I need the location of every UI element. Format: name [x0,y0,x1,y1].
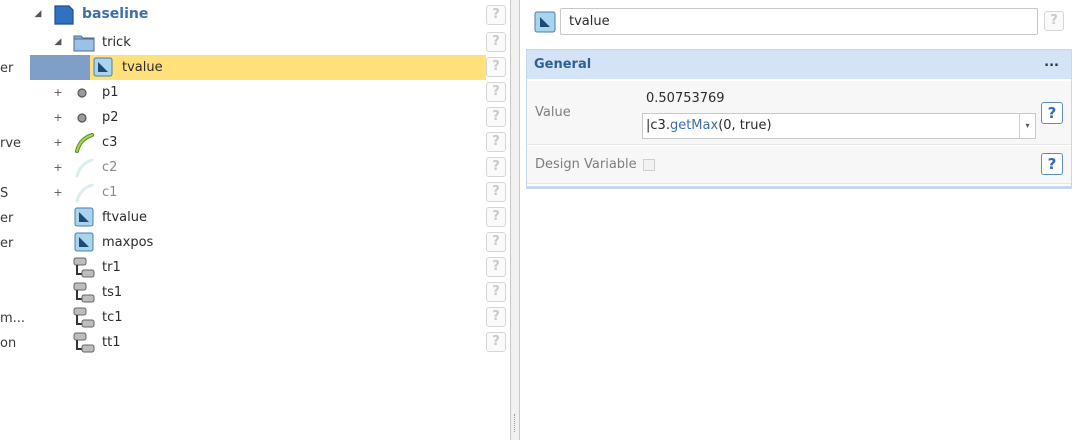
relation-icon [73,282,95,303]
help-icon[interactable]: ? [486,307,506,327]
tree-label: p2 [102,110,119,125]
group-menu-button[interactable]: ... [1044,50,1059,76]
selection-indicator [30,55,90,80]
tree-row-baseline[interactable]: ◢ baseline [30,2,486,27]
tree-row-ftvalue[interactable]: ftvalue [30,205,486,230]
tree-row-tr1[interactable]: tr1 [30,255,486,280]
relation-icon [73,332,95,353]
tree-label: p1 [102,85,119,100]
help-icon[interactable]: ? [486,157,506,177]
help-icon[interactable]: ? [1041,102,1063,124]
collapse-arrow-icon[interactable]: ◢ [52,30,64,55]
clipped-left-panel: er rve S er er m... on [0,0,30,440]
curve-faded-icon [75,158,94,178]
tree-row-c1[interactable]: + c1 [30,180,486,205]
relation-icon [73,307,95,328]
pane-splitter[interactable] [510,0,520,440]
help-icon[interactable]: ? [1041,153,1063,175]
group-title: General [534,57,592,72]
expand-icon[interactable]: + [52,130,64,155]
clipped-label: on [0,336,17,351]
tree-label: tr1 [102,260,121,275]
expand-icon[interactable]: + [52,80,64,105]
help-icon[interactable]: ? [486,257,506,277]
expand-icon[interactable]: + [52,105,64,130]
curve-faded-icon [75,183,94,203]
tree-label: maxpos [102,235,154,250]
help-icon[interactable]: ? [486,282,506,302]
design-variable-label: Design Variable [535,157,637,172]
point-icon [77,88,87,98]
name-field[interactable] [560,8,1038,35]
relation-icon [73,257,95,278]
expand-icon[interactable]: + [52,155,64,180]
tree-panel: er rve S er er m... on ◢ baseline ◢ tric… [0,0,512,440]
tree-row-c2[interactable]: + c2 [30,155,486,180]
tree-label: c3 [102,135,118,150]
help-icon[interactable]: ? [486,82,506,102]
design-variable-row: Design Variable ? [527,146,1071,184]
properties-panel: ? General ... Value 0.50753769 |c3.getMa… [520,0,1083,440]
expression-input[interactable]: |c3.getMax(0, true) ▾ [642,113,1036,139]
help-icon[interactable]: ? [486,332,506,352]
tree-row-trick[interactable]: ◢ trick [30,30,486,55]
tree-label: baseline [82,6,149,22]
value-property-row: Value 0.50753769 |c3.getMax(0, true) ▾ ? [527,81,1071,145]
dropdown-arrow-icon[interactable]: ▾ [1019,114,1035,138]
collapse-arrow-icon[interactable]: ◢ [32,2,44,27]
tree-label: tvalue [122,60,163,75]
tree-label: tt1 [102,335,121,350]
tree-row-maxpos[interactable]: maxpos [30,230,486,255]
expand-icon[interactable]: + [52,180,64,205]
parameter-icon [534,11,556,33]
tree-row-ts1[interactable]: ts1 [30,280,486,305]
tree-label: c2 [102,160,118,175]
clipped-label: m... [0,311,26,326]
tree-label: ts1 [102,285,123,300]
clipped-label: er [0,236,14,251]
tree-row-tvalue[interactable]: tvalue [30,55,486,80]
help-icon[interactable]: ? [486,182,506,202]
expression-text: |c3.getMax(0, true) [646,118,772,133]
value-label: Value [535,105,571,120]
folder-icon [73,35,95,52]
point-icon [77,113,87,123]
curve-icon [75,133,94,153]
help-icon[interactable]: ? [486,5,506,25]
clipped-label: rve [0,136,22,151]
parameter-icon [93,57,113,77]
parameter-icon [74,207,94,227]
tree-row-tt1[interactable]: tt1 [30,330,486,355]
help-icon[interactable]: ? [486,107,506,127]
value-result: 0.50753769 [646,91,725,106]
help-icon[interactable]: ? [486,32,506,52]
tree-label: ftvalue [102,210,147,225]
clipped-label: er [0,211,14,226]
help-icon[interactable]: ? [486,57,506,77]
tree-label: trick [102,35,131,50]
project-folder-icon [54,5,74,25]
general-group: General ... Value 0.50753769 |c3.getMax(… [526,49,1072,189]
tree-label: tc1 [102,310,123,325]
help-icon[interactable]: ? [486,232,506,252]
help-icon[interactable]: ? [486,207,506,227]
clipped-label: er [0,61,14,76]
tree-row-c3[interactable]: + c3 [30,130,486,155]
parameter-icon [74,232,94,252]
clipped-label: S [0,186,9,201]
splitter-grip-icon[interactable] [514,414,516,432]
tree-row-tc1[interactable]: tc1 [30,305,486,330]
help-icon[interactable]: ? [1044,11,1064,31]
design-variable-checkbox[interactable] [643,159,655,171]
tree-row-p1[interactable]: + p1 [30,80,486,105]
help-icon[interactable]: ? [486,132,506,152]
tree-row-p2[interactable]: + p2 [30,105,486,130]
general-group-header[interactable]: General ... [527,50,1071,79]
tree-label: c1 [102,185,118,200]
